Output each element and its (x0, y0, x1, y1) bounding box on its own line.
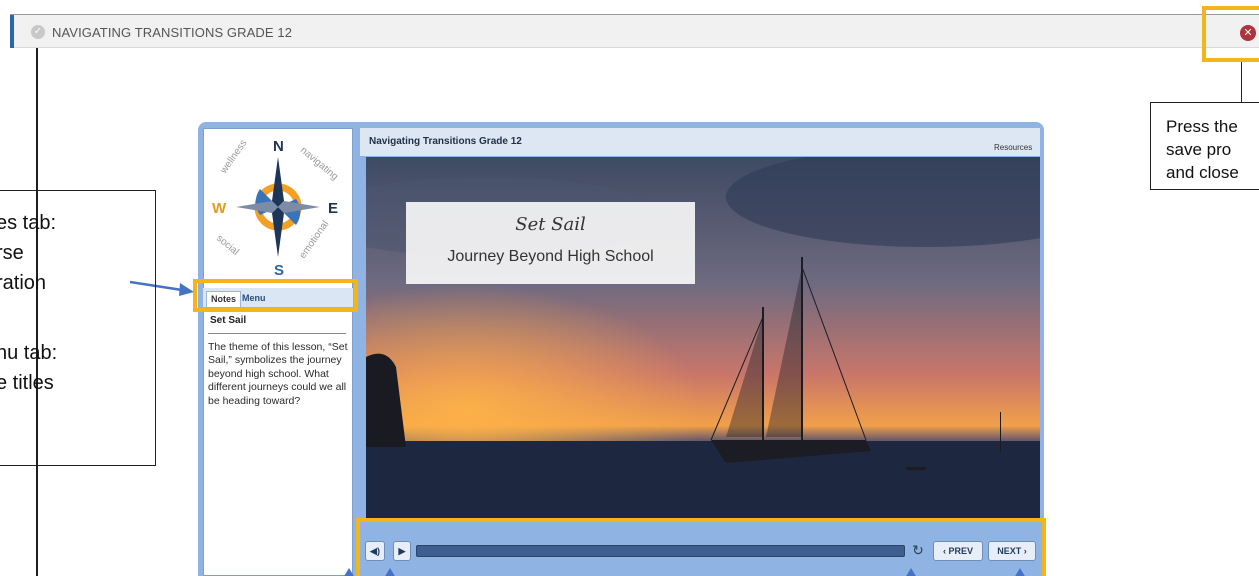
window-title: NAVIGATING TRANSITIONS GRADE 12 (52, 25, 293, 40)
compass-e: E (328, 200, 338, 217)
callout-left-line: e titles (0, 372, 54, 394)
notes-text: The theme of this lesson, “Set Sail,” sy… (208, 341, 348, 407)
compass-needle-n (272, 157, 284, 207)
compass-s: S (274, 262, 284, 279)
callout-right: Press the save pro and close (1150, 102, 1259, 190)
callout-left: es tab: rse ration nu tab: e titles (0, 190, 156, 466)
notes-heading: Set Sail (210, 315, 247, 326)
resources-link[interactable]: Resources (994, 143, 1032, 152)
compass-word-social: social (214, 233, 241, 258)
compass-needle-s (272, 207, 284, 257)
callout-left-line: nu tab: (0, 342, 58, 364)
controls-highlight-box (356, 518, 1046, 576)
check-icon: ✓ (31, 25, 45, 39)
arrow-replay (905, 568, 917, 576)
titlebar-accent (10, 15, 14, 48)
callout-right-line: Press the (1166, 117, 1238, 136)
window-titlebar: ✓ NAVIGATING TRANSITIONS GRADE 12 (10, 14, 1259, 48)
callout-right-line: and close (1166, 163, 1239, 182)
arrow-next (1014, 568, 1026, 576)
compass-n: N (273, 138, 284, 155)
callout-left-line: rse (0, 242, 24, 264)
slide-subtitle: Journey Beyond High School (447, 248, 654, 265)
compass-word-wellness: wellness (218, 138, 250, 177)
compass-logo: wellness navigating social emotional N S… (212, 138, 340, 279)
close-highlight-box (1202, 6, 1259, 62)
compass-word-emotional: emotional (297, 219, 331, 261)
callout-left-line: es tab: (0, 212, 57, 234)
course-title: Navigating Transitions Grade 12 (369, 136, 522, 147)
compass-w: W (212, 200, 227, 217)
slide-title: Set Sail (515, 214, 586, 235)
tabs-highlight-box (193, 279, 358, 312)
compass-word-navigating: navigating (298, 145, 340, 183)
callout-right-line: save pro (1166, 140, 1232, 159)
callout-left-line: ration (0, 272, 47, 294)
arrow-volume (343, 568, 355, 576)
notes-divider (208, 333, 346, 334)
callout-connector (1241, 62, 1242, 102)
arrow-play (384, 568, 396, 576)
